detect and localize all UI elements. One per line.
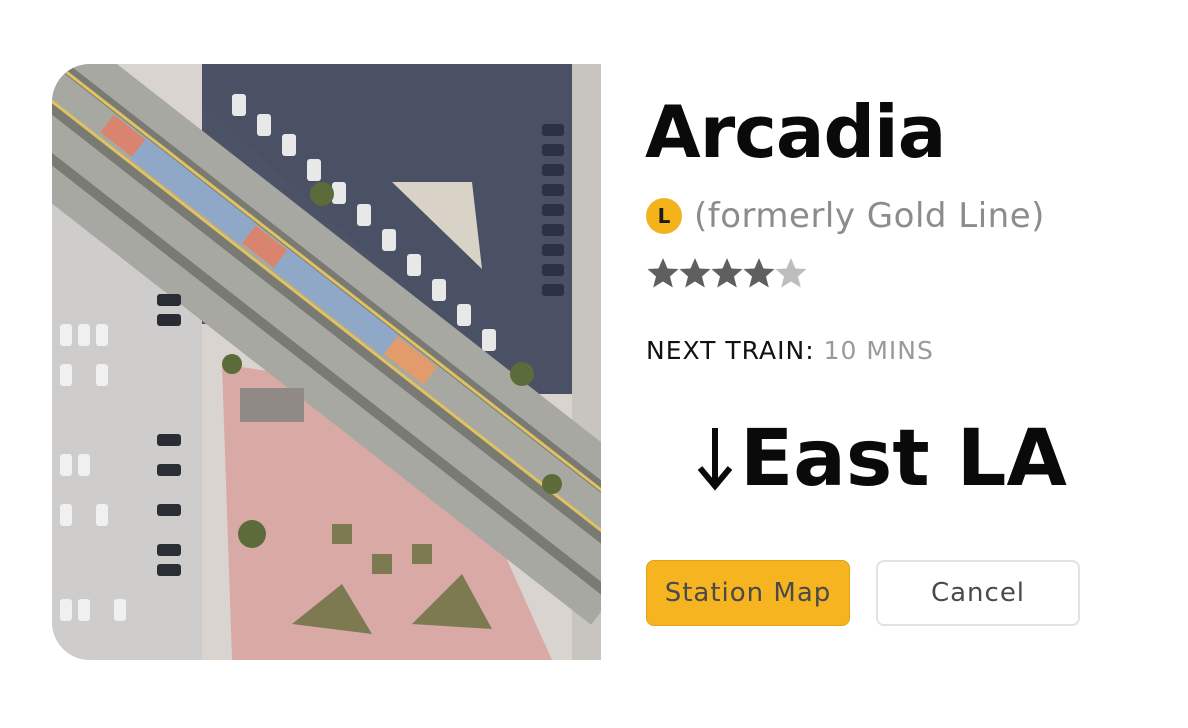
arrow-down-icon xyxy=(697,428,733,491)
star-filled-icon xyxy=(711,258,743,288)
next-train-label: NEXT TRAIN: xyxy=(646,336,815,365)
station-name: Arcadia xyxy=(645,90,946,174)
star-filled-icon xyxy=(743,258,775,288)
next-train-time: 10 MINS xyxy=(823,336,934,365)
destination: East LA xyxy=(740,414,1067,504)
next-train: NEXT TRAIN: 10 MINS xyxy=(646,336,934,365)
cancel-button[interactable]: Cancel xyxy=(876,560,1080,626)
direction: East LA xyxy=(696,420,1067,498)
star-filled-icon xyxy=(647,258,679,288)
station-map-button[interactable]: Station Map xyxy=(646,560,850,626)
line-info: L (formerly Gold Line) xyxy=(646,196,1045,236)
rating-stars xyxy=(646,256,807,290)
station-aerial-image xyxy=(52,64,601,660)
line-note: (formerly Gold Line) xyxy=(694,196,1045,236)
line-badge: L xyxy=(646,198,682,234)
star-filled-icon xyxy=(679,258,711,288)
star-empty-icon xyxy=(775,258,807,288)
